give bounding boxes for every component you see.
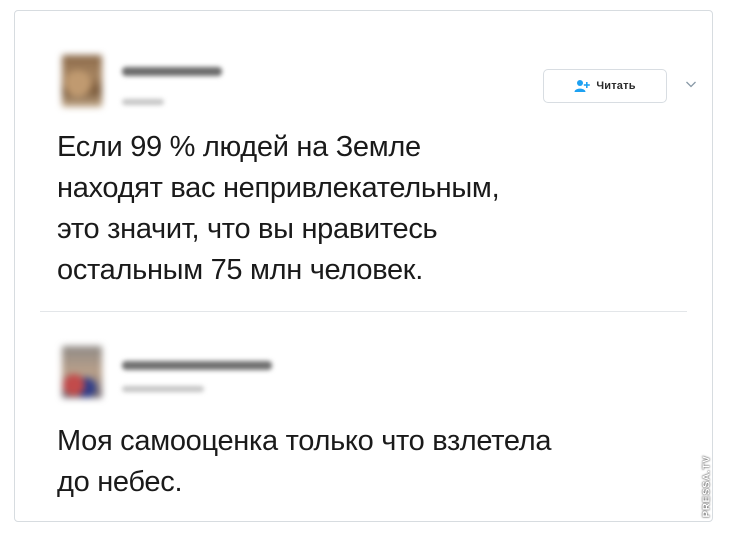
- tweet-card: Читать Если 99 % людей на Земле находят …: [14, 10, 713, 522]
- tweet: Читать Если 99 % людей на Земле находят …: [15, 11, 712, 311]
- tweet-text: Моя самооценка только что взлетела до не…: [57, 425, 552, 498]
- chevron-down-icon[interactable]: [685, 79, 697, 89]
- follow-button-label: Читать: [596, 80, 636, 92]
- watermark: PRESSA.TV: [694, 446, 720, 526]
- avatar[interactable]: [62, 346, 102, 398]
- tweet-text: Если 99 % людей на Земле находят вас неп…: [57, 131, 500, 286]
- author-handle-blurred: [122, 99, 164, 105]
- watermark-text: PRESSA.TV: [701, 454, 713, 518]
- author-handle-blurred: [122, 386, 204, 392]
- author-name-blurred[interactable]: [122, 67, 222, 76]
- author-name-blurred[interactable]: [122, 361, 272, 370]
- avatar[interactable]: [62, 55, 102, 107]
- divider: [40, 311, 687, 312]
- follow-button[interactable]: Читать: [543, 69, 667, 103]
- add-user-icon: [574, 80, 591, 92]
- tweet: Моя самооценка только что взлетела до не…: [15, 316, 712, 521]
